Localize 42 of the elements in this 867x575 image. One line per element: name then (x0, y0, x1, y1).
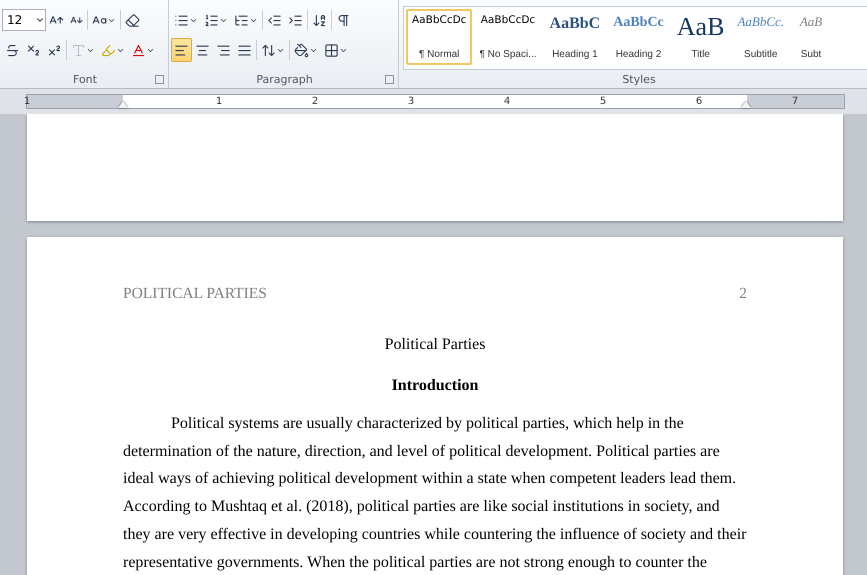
numbering-icon (204, 12, 219, 28)
ruler-number: 1 (24, 95, 30, 108)
group-label: Paragraph (256, 72, 313, 86)
multilevel-list-icon (234, 12, 249, 28)
ruler-number: 1 (216, 95, 222, 108)
body-paragraph: Political systems are usually characterized by political parties, which help in the determination of the nature, direction, and level of political development. Political parties are ideal ways of achieving political development within a state when competent leaders lead them. According to Mushtaq et al. (2018), political parties are like social institutions in society, and they are very effective in developing countries while countering the influence of society and their representative governments. When the political parties are not strong enough to counter the (123, 414, 747, 573)
style-item[interactable]: AaBbCcDc ¶ Normal (406, 9, 472, 65)
font-color-icon (131, 42, 146, 58)
group-label: Font (73, 72, 97, 86)
superscript-icon (47, 42, 62, 58)
ruler-number: 7 (792, 95, 798, 108)
font-size-field[interactable]: 12 (2, 9, 46, 31)
align-right-icon (216, 42, 231, 58)
ruler-number: 3 (408, 95, 414, 108)
page-number: 2 (739, 285, 747, 303)
sort-icon (312, 12, 327, 28)
align-left-button[interactable] (171, 38, 192, 62)
ruler-number: 4 (504, 95, 510, 108)
group-label: Styles (622, 72, 656, 86)
increase-indent-icon (288, 12, 303, 28)
show-formatting-icon (336, 12, 351, 28)
ruler-number: 5 (600, 95, 606, 108)
ruler-number: 6 (696, 95, 702, 108)
document-title: Political Parties (384, 336, 486, 354)
highlight-icon (101, 42, 116, 58)
dialog-launcher-icon[interactable] (154, 74, 164, 84)
text-effects-icon (71, 42, 86, 58)
ruler-number: 2 (312, 95, 318, 108)
subscript-icon (26, 42, 41, 58)
align-center-icon (195, 42, 210, 58)
decrease-indent-icon (267, 12, 282, 28)
line-spacing-icon (261, 42, 276, 58)
bullets-icon (174, 12, 189, 28)
strikethrough-icon (5, 42, 20, 58)
dialog-launcher-icon[interactable] (385, 74, 394, 84)
clear-formatting-icon (125, 12, 140, 28)
align-left-icon (174, 42, 189, 58)
shading-icon (294, 42, 309, 58)
borders-icon (324, 42, 339, 58)
running-header: POLITICAL PARTIES (123, 285, 267, 303)
align-justify-icon (237, 42, 252, 58)
section-heading: Introduction (390, 377, 480, 395)
